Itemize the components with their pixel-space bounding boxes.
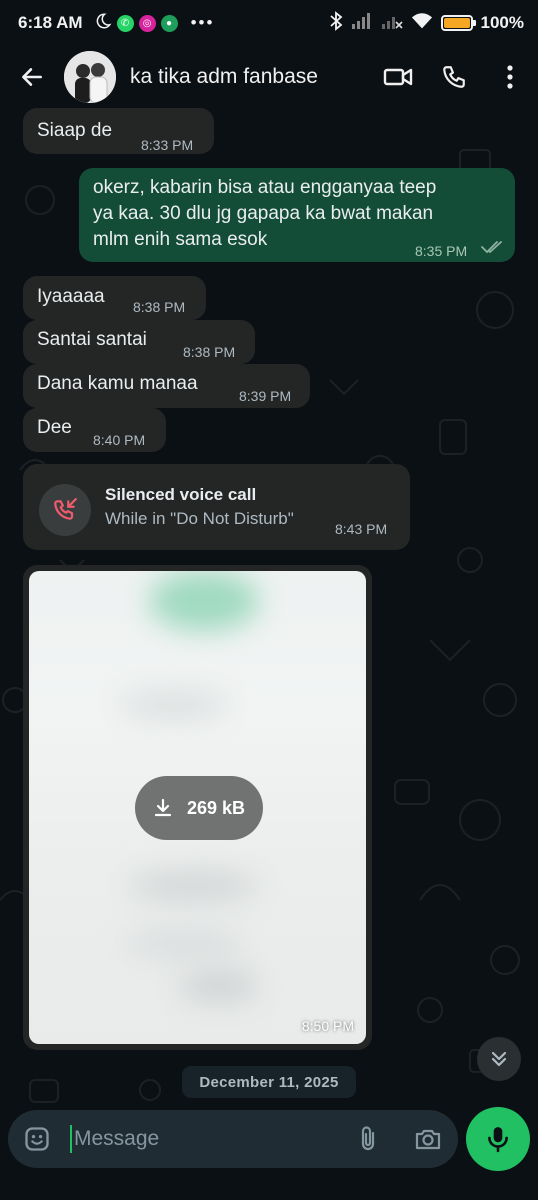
signal-off-icon bbox=[381, 12, 403, 35]
message-time: 8:33 PM bbox=[141, 137, 194, 153]
blur-shape bbox=[129, 871, 259, 901]
message-time: 8:50 PM bbox=[301, 1018, 354, 1034]
mic-button[interactable] bbox=[466, 1107, 530, 1171]
blur-shape bbox=[124, 931, 244, 957]
missed-call-icon bbox=[54, 498, 77, 520]
attach-button[interactable] bbox=[338, 1110, 398, 1168]
status-right: 100% bbox=[329, 10, 524, 36]
phone-icon bbox=[443, 66, 465, 88]
battery-fill bbox=[443, 18, 470, 28]
battery-icon bbox=[440, 15, 476, 31]
message-time: 8:43 PM bbox=[335, 521, 388, 537]
attach-icon bbox=[361, 1126, 375, 1151]
status-bar: 6:18 AM ✆ ◎ ● ••• 100% bbox=[0, 0, 538, 46]
call-event-bubble[interactable]: Silenced voice call While in "Do Not Dis… bbox=[23, 464, 410, 550]
message-time: 8:39 PM bbox=[239, 388, 292, 404]
double-check-icon bbox=[481, 241, 502, 254]
download-size: 269 kB bbox=[186, 797, 246, 818]
message-composer bbox=[8, 1110, 458, 1168]
blurred-image-preview[interactable]: 269 kB 8:50 PM bbox=[29, 571, 366, 1044]
blur-shape bbox=[149, 571, 259, 631]
blur-shape bbox=[179, 971, 259, 1001]
chat-header: ka tika adm fanbase bbox=[0, 46, 538, 108]
message-text: Dee bbox=[37, 417, 72, 438]
message-input[interactable] bbox=[72, 1127, 322, 1151]
emoji-button[interactable] bbox=[8, 1110, 66, 1168]
back-button[interactable] bbox=[0, 46, 64, 108]
message-text: Santai santai bbox=[37, 329, 147, 350]
download-icon bbox=[154, 798, 172, 817]
message-bubble-incoming[interactable]: Iyaaaaa 8:38 PM bbox=[23, 276, 206, 320]
camera-icon bbox=[415, 1129, 441, 1150]
emoji-icon bbox=[25, 1127, 49, 1151]
avatar[interactable] bbox=[64, 51, 116, 103]
message-bubble-incoming[interactable]: Dee 8:40 PM bbox=[23, 408, 166, 452]
date-separator: December 11, 2025 bbox=[182, 1066, 356, 1098]
message-time: 8:38 PM bbox=[183, 344, 236, 360]
more-dots-icon: ••• bbox=[190, 13, 215, 32]
message-text: Iyaaaaa bbox=[37, 286, 105, 307]
battery-level: 100% bbox=[480, 13, 524, 32]
more-vert-icon bbox=[507, 65, 513, 89]
instagram-icon: ◎ bbox=[138, 14, 156, 32]
scroll-to-bottom-button[interactable] bbox=[477, 1037, 521, 1081]
message-time: 8:38 PM bbox=[133, 299, 186, 315]
video-call-button[interactable] bbox=[370, 46, 426, 108]
message-time: 8:35 PM bbox=[415, 243, 468, 259]
bluetooth-icon bbox=[329, 10, 343, 36]
download-button[interactable]: 269 kB bbox=[135, 776, 263, 840]
video-call-icon bbox=[383, 68, 413, 86]
message-text: Siaap de bbox=[37, 120, 113, 141]
message-line: ya kaa. 30 dlu jg gapapa ka bwat makan bbox=[93, 203, 434, 224]
message-bubble-incoming[interactable]: Dana kamu manaa 8:39 PM bbox=[23, 364, 310, 408]
message-line: okerz, kabarin bisa atau engganyaa teep bbox=[93, 177, 437, 198]
message-bubble-incoming[interactable]: Santai santai 8:38 PM bbox=[23, 320, 255, 364]
back-arrow-icon bbox=[22, 68, 42, 86]
chat-screen: 6:18 AM ✆ ◎ ● ••• 100% ka tika adm fanba… bbox=[0, 0, 538, 1200]
double-chevron-down-icon bbox=[491, 1051, 507, 1067]
more-options-button[interactable] bbox=[482, 46, 538, 108]
camera-button[interactable] bbox=[398, 1110, 458, 1168]
status-left: 6:18 AM ✆ ◎ ● ••• bbox=[18, 12, 214, 35]
message-time: 8:40 PM bbox=[93, 432, 146, 448]
moon-icon bbox=[94, 12, 112, 35]
signal-icon bbox=[351, 12, 373, 35]
mic-icon bbox=[488, 1127, 508, 1153]
message-bubble-outgoing[interactable]: okerz, kabarin bisa atau engganyaa teep … bbox=[79, 168, 515, 262]
message-text: Dana kamu manaa bbox=[37, 373, 198, 394]
call-title: Silenced voice call bbox=[105, 485, 257, 504]
app-icon: ● bbox=[160, 14, 178, 32]
call-subtitle: While in "Do Not Disturb" bbox=[105, 509, 294, 528]
contact-name[interactable]: ka tika adm fanbase bbox=[130, 65, 370, 89]
image-message-bubble[interactable]: 269 kB 8:50 PM bbox=[23, 565, 372, 1050]
wifi-icon bbox=[411, 12, 433, 35]
blur-shape bbox=[119, 691, 229, 719]
whatsapp-icon: ✆ bbox=[116, 14, 134, 32]
status-time: 6:18 AM bbox=[18, 13, 83, 32]
call-icon-circle bbox=[39, 484, 91, 536]
message-bubble-incoming[interactable]: Siaap de 8:33 PM bbox=[23, 108, 214, 154]
voice-call-button[interactable] bbox=[426, 46, 482, 108]
